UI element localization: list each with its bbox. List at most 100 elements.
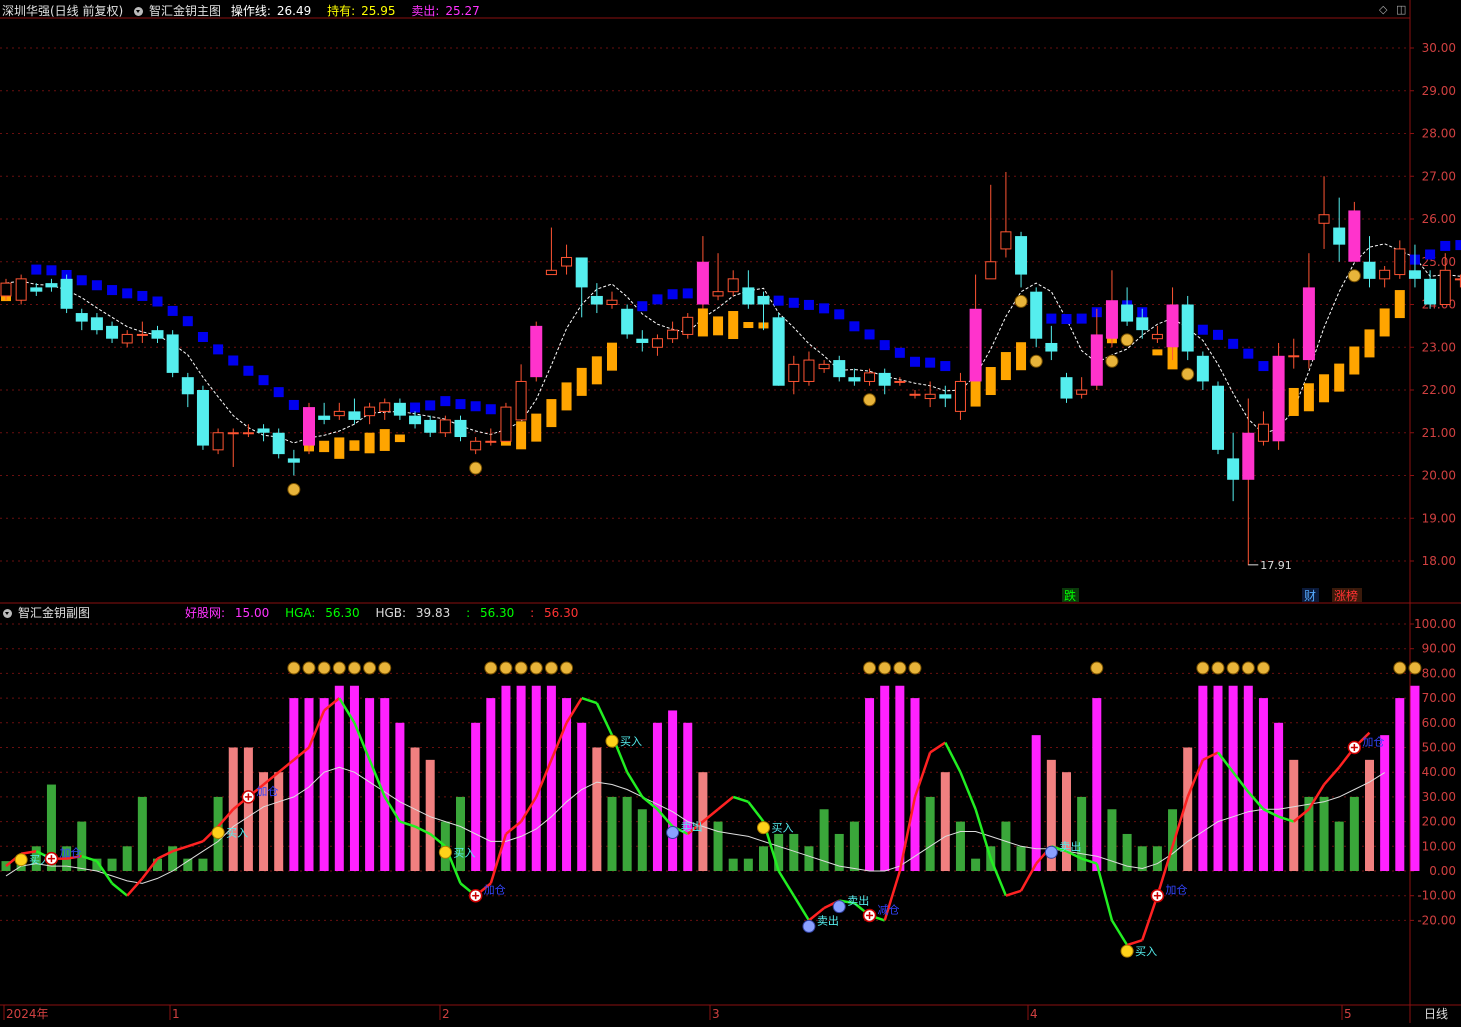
money-bag-icon bbox=[544, 661, 558, 675]
volume-bar bbox=[743, 858, 753, 871]
sub-indicator-name[interactable]: 智汇金钥副图 bbox=[18, 606, 90, 620]
candle-body bbox=[1333, 227, 1346, 245]
sub-metrics: 好股网: 15.00 HGA: 56.30 HGB: 39.83 : 56.30… bbox=[185, 605, 590, 621]
volume-bar bbox=[243, 747, 253, 871]
diamond-icon[interactable]: ◇ bbox=[1379, 3, 1387, 16]
trend-block bbox=[1243, 348, 1254, 359]
hga-line-segment bbox=[974, 808, 992, 860]
trend-block bbox=[970, 378, 981, 407]
chart-canvas[interactable]: 30.0029.0028.0027.0026.0025.0024.0023.00… bbox=[0, 0, 1461, 1023]
candle-body bbox=[575, 257, 588, 288]
money-bag-icon bbox=[529, 661, 543, 675]
trend-block bbox=[652, 294, 663, 305]
trend-block bbox=[1076, 313, 1087, 324]
candle-body bbox=[181, 377, 194, 395]
trend-block bbox=[728, 311, 739, 340]
buy-signal-label: 买入 bbox=[620, 735, 642, 748]
period-label[interactable]: 日线 bbox=[1424, 1006, 1448, 1022]
candle-body bbox=[590, 295, 603, 305]
volume-bar bbox=[1319, 796, 1329, 871]
candle-body bbox=[727, 278, 739, 293]
money-bag-icon bbox=[1090, 661, 1104, 675]
trend-block bbox=[470, 401, 481, 412]
volume-bar bbox=[1152, 846, 1162, 871]
money-bag-icon bbox=[863, 661, 877, 675]
square-icon[interactable]: ◫ bbox=[1396, 3, 1406, 16]
hga-line-segment bbox=[111, 882, 128, 897]
volume-bar bbox=[713, 821, 723, 871]
candle-body bbox=[30, 287, 43, 292]
metric-green: : 56.30 bbox=[466, 606, 520, 620]
trend-block bbox=[1061, 314, 1072, 325]
money-bag-icon bbox=[287, 483, 301, 496]
metric-value: 56.30 bbox=[479, 606, 515, 620]
trend-block bbox=[243, 365, 254, 376]
candle-body bbox=[712, 291, 724, 297]
trend-block bbox=[379, 429, 390, 451]
candle-body bbox=[106, 325, 119, 339]
candle-body bbox=[1151, 333, 1163, 340]
sad-icon bbox=[1044, 845, 1058, 859]
hga-line-segment bbox=[732, 795, 749, 804]
candle-body bbox=[75, 313, 88, 322]
main-indicator-name[interactable]: 智汇金钥主图 bbox=[149, 4, 221, 18]
trend-block bbox=[46, 265, 57, 276]
volume-bar bbox=[1410, 685, 1420, 871]
money-bag-icon bbox=[363, 661, 377, 675]
trend-block bbox=[607, 342, 617, 371]
sub-tick-label: -10.00 bbox=[1417, 889, 1456, 903]
trend-block bbox=[819, 303, 830, 314]
volume-bar bbox=[1349, 796, 1359, 871]
trend-block bbox=[1379, 308, 1390, 337]
volume-bar bbox=[880, 685, 890, 871]
trend-block bbox=[455, 399, 466, 410]
metric-value: 56.30 bbox=[544, 606, 579, 620]
candle-body bbox=[1439, 269, 1451, 305]
trend-block bbox=[682, 288, 693, 299]
buy-signal-label: 买入 bbox=[226, 827, 248, 840]
candle-body bbox=[1090, 334, 1103, 386]
volume-bar bbox=[804, 846, 814, 871]
money-bag-icon bbox=[1408, 661, 1422, 675]
candle-body bbox=[1424, 278, 1437, 305]
trend-block bbox=[879, 340, 890, 351]
money-bag-icon bbox=[1241, 661, 1255, 675]
candle-body bbox=[1015, 236, 1028, 275]
candle-body bbox=[318, 415, 331, 420]
volume-bar bbox=[971, 858, 981, 871]
candle-body bbox=[15, 278, 27, 301]
candle-body bbox=[954, 380, 966, 412]
volume-bar bbox=[577, 722, 587, 871]
sub-tick-label: 70.00 bbox=[1422, 691, 1456, 705]
metric-label: 操作线: bbox=[230, 4, 271, 18]
volume-bar bbox=[395, 722, 405, 871]
price-tick-label: 23.00 bbox=[1422, 340, 1456, 354]
volume-bar bbox=[122, 846, 132, 871]
candle-body bbox=[272, 432, 285, 455]
volume-bar bbox=[849, 821, 859, 871]
volume-bar bbox=[1198, 685, 1208, 871]
indicator-menu-icon[interactable] bbox=[3, 609, 12, 618]
trend-block bbox=[364, 432, 375, 454]
metric-value: 39.83 bbox=[415, 606, 451, 620]
candle-body bbox=[878, 372, 891, 386]
candle-body bbox=[45, 283, 58, 288]
time-axis-label: 2 bbox=[442, 1007, 450, 1021]
candle-body bbox=[90, 317, 103, 331]
stock-chart-window: 30.00 29.00 28.00 27.00 26.00 25.00 24.00 23.00… bbox=[0, 0, 1461, 1023]
candle-body bbox=[196, 390, 209, 446]
volume-bar bbox=[925, 796, 935, 871]
candle-body bbox=[1105, 300, 1118, 339]
candle-body bbox=[864, 372, 876, 382]
candle-body bbox=[788, 363, 800, 382]
volume-bar bbox=[774, 833, 784, 871]
candle-body bbox=[545, 269, 557, 276]
volume-bar bbox=[137, 796, 147, 871]
trend-block bbox=[1288, 387, 1299, 416]
metric-hold: 持有: 25.95 bbox=[327, 4, 401, 18]
candle-body bbox=[1196, 355, 1209, 382]
trend-block bbox=[576, 367, 587, 396]
trend-block bbox=[1364, 329, 1375, 358]
indicator-menu-icon[interactable] bbox=[134, 7, 144, 16]
candle-body bbox=[424, 419, 437, 433]
